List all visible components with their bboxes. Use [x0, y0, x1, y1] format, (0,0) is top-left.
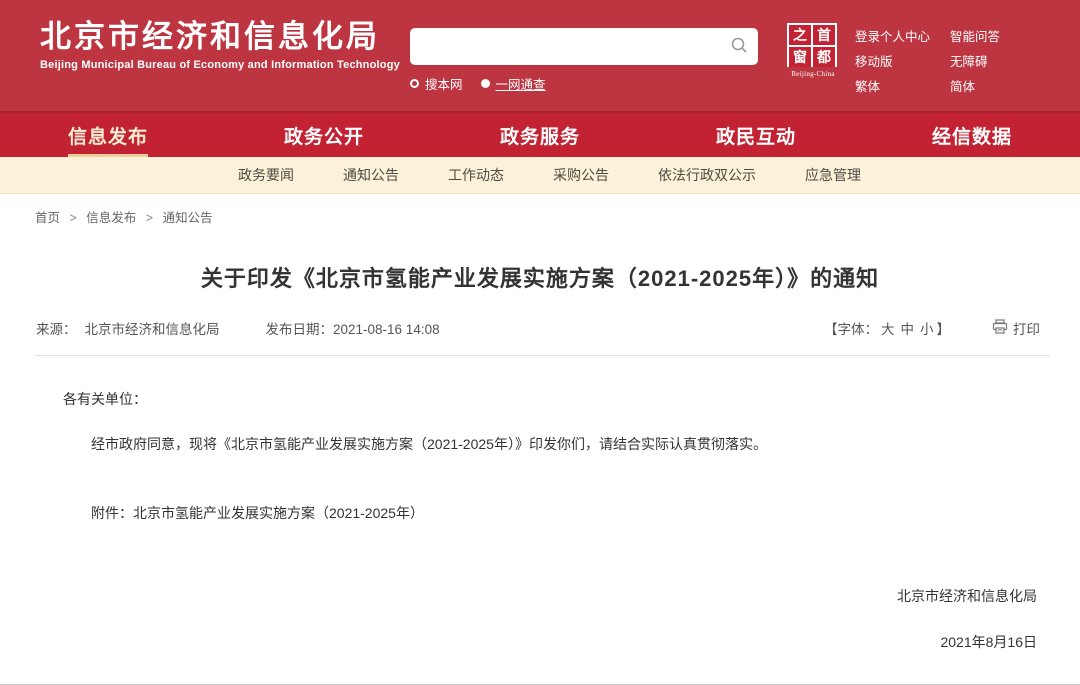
date-value: 2021-08-16 14:08: [333, 322, 440, 337]
seal-icon: 之 首 窗 都: [787, 23, 837, 67]
capital-window-logo[interactable]: 之 首 窗 都 Beijing-China: [787, 23, 839, 78]
radio-filled-icon: [481, 79, 490, 88]
page: 北京市经济和信息化局 Beijing Municipal Bureau of E…: [0, 0, 1080, 685]
printer-icon: [992, 319, 1008, 337]
article-meta: 来源： 北京市经济和信息化局 发布日期：2021-08-16 14:08: [36, 318, 440, 338]
radio-icon: [410, 79, 419, 88]
signature-block: 北京市经济和信息化局 2021年8月16日: [63, 586, 1040, 652]
scope-label: 搜本网: [425, 74, 463, 93]
search-box: [410, 28, 758, 65]
article-title: 关于印发《北京市氢能产业发展实施方案（2021-2025年）》的通知: [0, 261, 1080, 293]
seal-char: 都: [813, 47, 835, 67]
scope-label: 一网通查: [496, 74, 546, 93]
seal-caption: Beijing-China: [787, 70, 839, 78]
breadcrumb-info-release[interactable]: 信息发布: [86, 211, 136, 225]
attachment-link[interactable]: 北京市氢能产业发展实施方案（2021-2025年）: [133, 505, 424, 521]
nav-label: 政务服务: [500, 122, 580, 149]
body-paragraph: 经市政府同意，现将《北京市氢能产业发展实施方案（2021-2025年）》印发你们…: [63, 433, 1040, 457]
main-nav: 信息发布 政务公开 政务服务 政民互动 经信数据: [0, 111, 1080, 157]
search-input[interactable]: [420, 32, 730, 62]
link-smart-qa[interactable]: 智能问答: [950, 26, 1000, 45]
nav-item-economic-data[interactable]: 经信数据: [864, 113, 1080, 157]
font-size-large-button[interactable]: 大: [881, 322, 895, 337]
subnav-item-procurement[interactable]: 采购公告: [553, 165, 609, 185]
font-size-prefix: 【字体：: [824, 322, 878, 337]
site-subtitle: Beijing Municipal Bureau of Economy and …: [40, 59, 400, 71]
link-simplified-chinese[interactable]: 简体: [950, 76, 1000, 95]
nav-label: 经信数据: [932, 122, 1012, 149]
font-size-small-button[interactable]: 小: [920, 322, 934, 337]
meta-divider: [35, 355, 1050, 356]
breadcrumb-separator: >: [146, 211, 153, 225]
issuing-authority: 北京市经济和信息化局: [63, 586, 1037, 606]
nav-item-info-release[interactable]: 信息发布: [0, 113, 216, 157]
source-value: 北京市经济和信息化局: [85, 318, 220, 338]
search-area: 搜本网 一网通查: [410, 28, 758, 93]
site-brand[interactable]: 北京市经济和信息化局 Beijing Municipal Bureau of E…: [40, 17, 400, 71]
site-title[interactable]: 北京市经济和信息化局: [40, 17, 400, 57]
print-label: 打印: [1013, 318, 1040, 338]
subnav-item-emergency-mgmt[interactable]: 应急管理: [805, 165, 861, 185]
article-body: 各有关单位： 经市政府同意，现将《北京市氢能产业发展实施方案（2021-2025…: [0, 389, 1080, 652]
seal-char: 之: [789, 25, 811, 45]
link-login-personal-center[interactable]: 登录个人中心: [855, 26, 930, 45]
link-mobile-version[interactable]: 移动版: [855, 51, 930, 70]
subnav-item-dual-disclosure[interactable]: 依法行政双公示: [658, 165, 756, 185]
active-tab-underline: [68, 154, 148, 157]
attachment-line: 附件：北京市氢能产业发展实施方案（2021-2025年）: [63, 503, 1040, 523]
quick-links-column-2: 智能问答 无障碍 简体: [950, 26, 1000, 95]
breadcrumb: 首页 > 信息发布 > 通知公告: [0, 194, 1080, 226]
seal-char: 首: [813, 25, 835, 45]
salutation: 各有关单位：: [63, 389, 1040, 409]
search-scope-row: 搜本网 一网通查: [410, 74, 758, 93]
breadcrumb-notices: 通知公告: [163, 211, 213, 225]
breadcrumb-home[interactable]: 首页: [35, 211, 60, 225]
search-scope-site[interactable]: 搜本网: [410, 74, 463, 93]
attachment-label: 附件：: [91, 505, 133, 521]
source-label: 来源：: [36, 318, 77, 338]
link-accessibility[interactable]: 无障碍: [950, 51, 1000, 70]
nav-label: 政务公开: [284, 122, 364, 149]
seal-char: 窗: [789, 47, 811, 67]
nav-item-public-interaction[interactable]: 政民互动: [648, 113, 864, 157]
link-traditional-chinese[interactable]: 繁体: [855, 76, 930, 95]
date-label: 发布日期：: [266, 322, 334, 337]
print-button[interactable]: 打印: [992, 318, 1040, 338]
issue-date: 2021年8月16日: [63, 632, 1037, 652]
font-size-medium-button[interactable]: 中: [901, 322, 915, 337]
subnav-item-work-updates[interactable]: 工作动态: [448, 165, 504, 185]
search-button[interactable]: [730, 36, 748, 57]
search-icon: [730, 36, 748, 57]
publish-date: 发布日期：2021-08-16 14:08: [266, 318, 440, 338]
font-size-suffix: 】: [937, 322, 951, 337]
article-meta-row: 来源： 北京市经济和信息化局 发布日期：2021-08-16 14:08 【字体：…: [0, 318, 1080, 338]
subnav-item-gov-news[interactable]: 政务要闻: [238, 165, 294, 185]
nav-label: 政民互动: [716, 122, 796, 149]
quick-links-column-1: 登录个人中心 移动版 繁体: [855, 26, 930, 95]
nav-label: 信息发布: [68, 122, 148, 149]
breadcrumb-separator: >: [70, 211, 77, 225]
search-scope-network[interactable]: 一网通查: [481, 74, 546, 93]
article-tools: 【字体：大中小】 打印: [824, 318, 1040, 338]
nav-item-gov-services[interactable]: 政务服务: [432, 113, 648, 157]
site-header: 北京市经济和信息化局 Beijing Municipal Bureau of E…: [0, 0, 1080, 111]
font-size-control: 【字体：大中小】: [824, 318, 950, 338]
subnav-item-notices[interactable]: 通知公告: [343, 165, 399, 185]
sub-nav: 政务要闻 通知公告 工作动态 采购公告 依法行政双公示 应急管理: [0, 157, 1080, 194]
nav-item-gov-disclosure[interactable]: 政务公开: [216, 113, 432, 157]
